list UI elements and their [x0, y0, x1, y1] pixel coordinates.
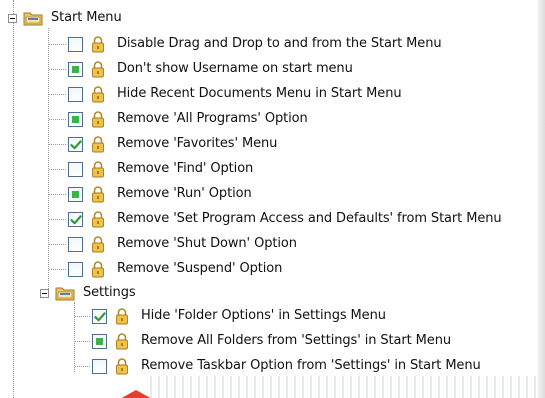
policy-checkbox[interactable] — [68, 36, 83, 52]
policy-checkbox[interactable] — [68, 61, 83, 77]
policy-item[interactable]: Remove 'All Programs' Option — [68, 108, 308, 130]
policy-item-label: Remove 'Suspend' Option — [117, 261, 283, 276]
policy-item-label: Hide 'Folder Options' in Settings Menu — [141, 308, 386, 323]
policy-item[interactable]: Disable Drag and Drop to and from the St… — [68, 33, 442, 55]
lock-icon — [92, 36, 104, 53]
policy-item[interactable]: Remove 'Favorites' Menu — [68, 133, 277, 155]
lock-icon — [92, 161, 104, 178]
lock-icon — [92, 186, 104, 203]
window-edge — [538, 0, 545, 398]
policy-item[interactable]: Remove All Folders from 'Settings' in St… — [92, 330, 451, 352]
policy-item-label: Remove All Folders from 'Settings' in St… — [141, 333, 451, 348]
policy-checkbox[interactable] — [68, 261, 83, 277]
policy-checkbox[interactable] — [92, 358, 107, 374]
scan-artifact — [150, 376, 545, 398]
policy-item[interactable]: Remove Taskbar Option from 'Settings' in… — [92, 355, 481, 377]
lock-icon — [92, 111, 104, 128]
policy-item-label: Remove 'All Programs' Option — [117, 111, 308, 126]
lock-icon — [92, 86, 104, 103]
policy-item-label: Remove 'Run' Option — [117, 186, 252, 201]
policy-item-label: Remove Taskbar Option from 'Settings' in… — [141, 358, 481, 373]
tree-node-label: Start Menu — [51, 10, 122, 25]
policy-checkbox[interactable] — [68, 186, 83, 202]
lock-icon — [116, 333, 128, 350]
tree-connector — [49, 44, 66, 45]
policy-checkbox[interactable] — [68, 111, 83, 127]
lock-icon — [116, 358, 128, 375]
policy-item-label: Hide Recent Documents Menu in Start Menu — [117, 86, 402, 101]
policy-checkbox[interactable] — [68, 211, 83, 227]
policy-checkbox[interactable] — [68, 161, 83, 177]
policy-checkbox[interactable] — [68, 236, 83, 252]
policy-item[interactable]: Don't show Username on start menu — [68, 58, 353, 80]
policy-checkbox[interactable] — [92, 308, 107, 324]
collapse-icon[interactable] — [40, 288, 49, 298]
policy-tree-panel: Start Menu Disable Drag and Drop to and … — [0, 0, 545, 398]
pointer-arrow-icon — [118, 390, 154, 398]
tree-connector — [75, 316, 90, 317]
policy-item[interactable]: Remove 'Set Program Access and Defaults'… — [68, 208, 502, 230]
tree-guide-line — [13, 0, 14, 398]
folder-icon — [55, 287, 75, 301]
tree-connector — [49, 269, 66, 270]
tree-node-start-menu[interactable]: Start Menu — [8, 7, 122, 29]
tree-connector — [49, 94, 66, 95]
tree-connector — [49, 194, 66, 195]
policy-item-label: Remove 'Set Program Access and Defaults'… — [117, 211, 502, 226]
tree-connector — [75, 341, 90, 342]
policy-item-label: Disable Drag and Drop to and from the St… — [117, 36, 442, 51]
policy-item[interactable]: Remove 'Suspend' Option — [68, 258, 282, 280]
policy-item-label: Remove 'Shut Down' Option — [117, 236, 297, 251]
collapse-icon[interactable] — [8, 13, 17, 23]
policy-item[interactable]: Hide Recent Documents Menu in Start Menu — [68, 83, 402, 105]
policy-item[interactable]: Remove 'Find' Option — [68, 158, 253, 180]
lock-icon — [92, 61, 104, 78]
policy-checkbox[interactable] — [68, 86, 83, 102]
policy-checkbox[interactable] — [92, 333, 107, 349]
policy-checkbox[interactable] — [68, 136, 83, 152]
tree-node-label: Settings — [83, 285, 136, 300]
lock-icon — [92, 261, 104, 278]
policy-item-label: Remove 'Find' Option — [117, 161, 254, 176]
tree-connector — [49, 244, 66, 245]
folder-icon — [23, 12, 43, 26]
tree-node-settings[interactable]: Settings — [40, 282, 136, 304]
policy-item-label: Remove 'Favorites' Menu — [117, 136, 278, 151]
policy-item-label: Don't show Username on start menu — [117, 61, 353, 76]
lock-icon — [116, 308, 128, 325]
tree-connector — [49, 219, 66, 220]
tree-connector — [49, 169, 66, 170]
tree-connector — [49, 69, 66, 70]
lock-icon — [92, 236, 104, 253]
tree-connector — [75, 366, 90, 367]
tree-connector — [49, 119, 66, 120]
tree-guide-line — [74, 302, 75, 372]
tree-connector — [49, 144, 66, 145]
lock-icon — [92, 136, 104, 153]
policy-item[interactable]: Remove 'Shut Down' Option — [68, 233, 297, 255]
policy-item[interactable]: Remove 'Run' Option — [68, 183, 252, 205]
lock-icon — [92, 211, 104, 228]
policy-item[interactable]: Hide 'Folder Options' in Settings Menu — [92, 305, 386, 327]
